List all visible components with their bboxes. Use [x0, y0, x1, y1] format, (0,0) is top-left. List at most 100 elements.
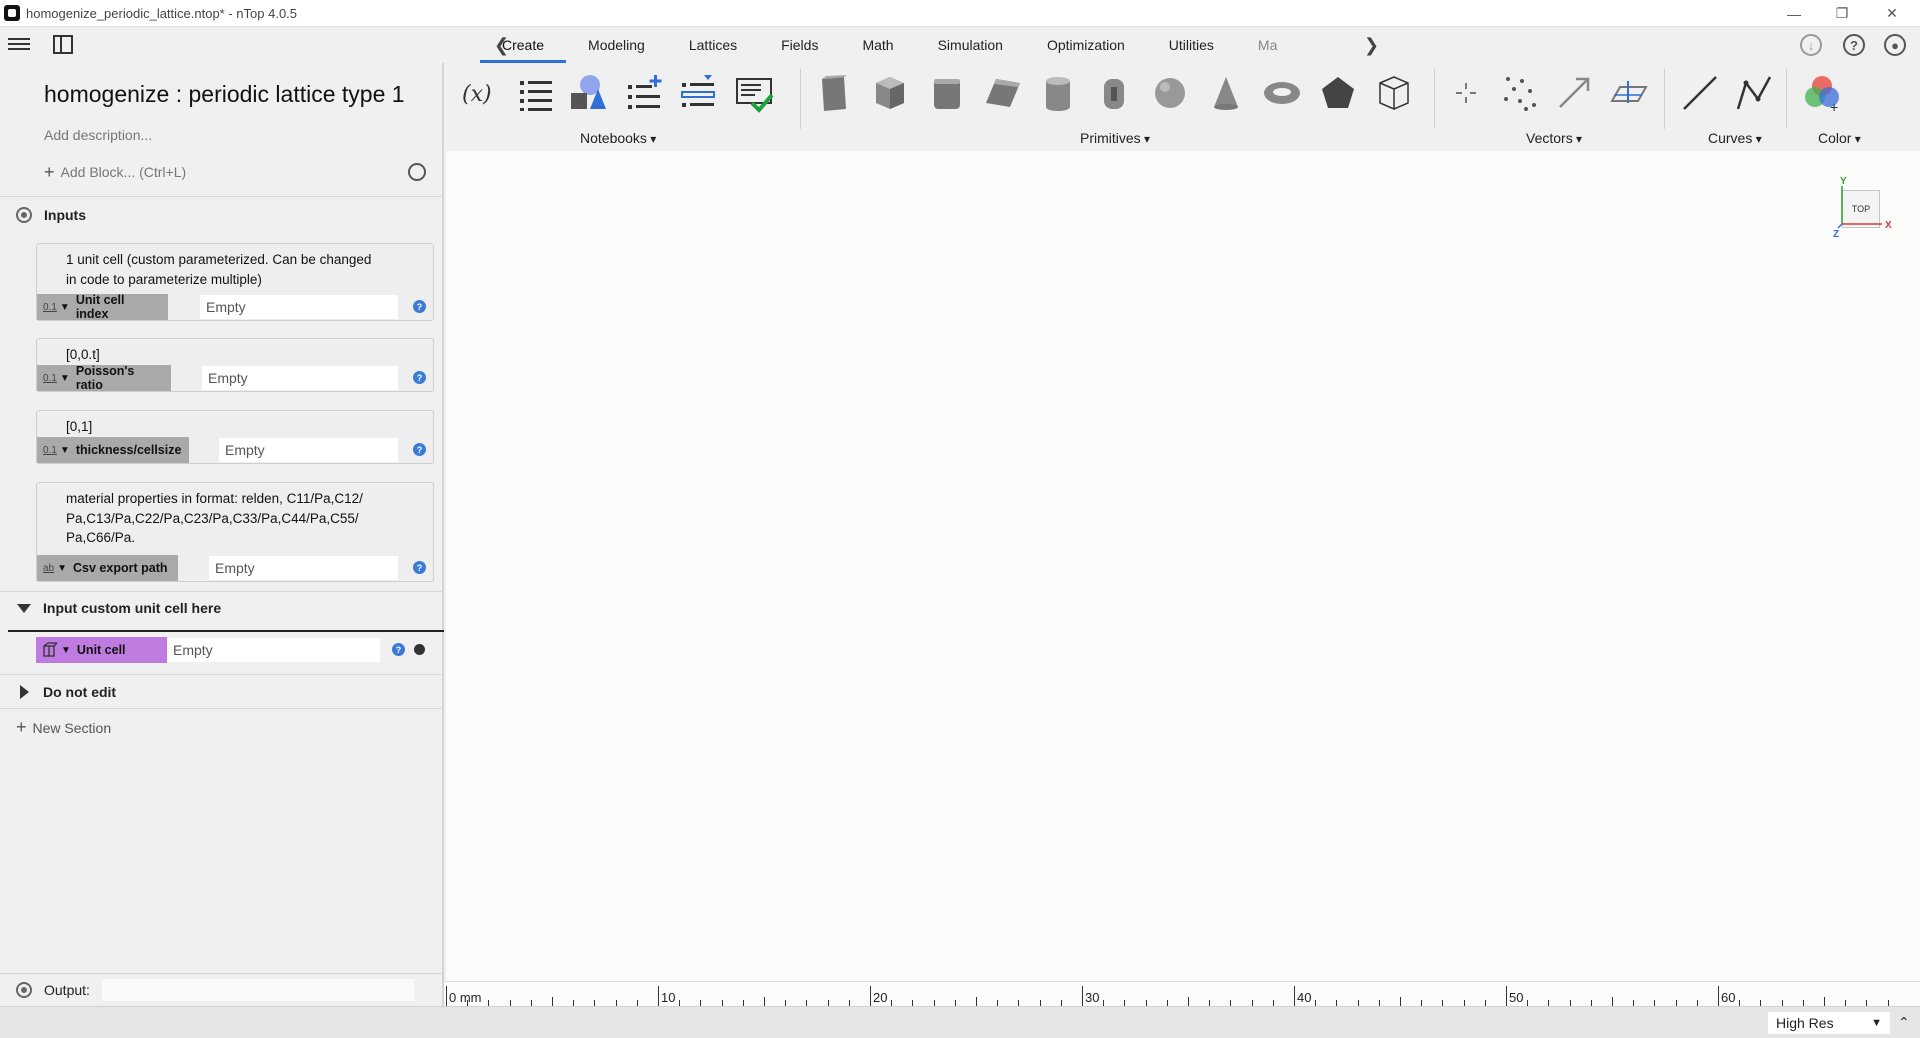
- point-list-icon[interactable]: [1500, 73, 1540, 113]
- help-icon[interactable]: ?: [413, 300, 426, 313]
- search-icon[interactable]: [408, 163, 426, 181]
- line-icon[interactable]: [1680, 73, 1720, 113]
- curves-group-label[interactable]: Curves: [1708, 130, 1762, 146]
- tab-optimization[interactable]: Optimization: [1025, 27, 1147, 63]
- color-group-label[interactable]: Color: [1818, 130, 1861, 146]
- polygon-icon[interactable]: [1318, 73, 1358, 113]
- tabs-scroll-right-icon[interactable]: ❯: [1364, 35, 1379, 56]
- separator: [800, 69, 801, 129]
- output-dot-icon[interactable]: [414, 644, 425, 655]
- help-icon[interactable]: ?: [413, 443, 426, 456]
- tab-ma[interactable]: Ma: [1236, 27, 1285, 63]
- input-card-unit-cell-index: 1 unit cell (custom parameterized. Can b…: [36, 243, 434, 321]
- insert-list-icon[interactable]: [678, 73, 718, 113]
- plane-icon[interactable]: [1608, 73, 1648, 113]
- status-bar: High Res ▼ ⌃: [0, 1006, 1920, 1038]
- poissons-ratio-field[interactable]: Empty: [202, 366, 398, 390]
- capsule-icon[interactable]: [1094, 73, 1134, 113]
- new-section-button[interactable]: + New Section: [16, 717, 111, 738]
- sphere-icon[interactable]: [1150, 73, 1190, 113]
- gear-icon[interactable]: [16, 981, 32, 998]
- section-inputs[interactable]: Inputs: [0, 199, 444, 231]
- rounded-box-icon[interactable]: [926, 73, 966, 113]
- section-custom-unit-cell[interactable]: Input custom unit cell here: [0, 592, 444, 624]
- objects-icon[interactable]: [568, 73, 608, 113]
- lattice-type-icon: [43, 642, 58, 657]
- 3d-viewport[interactable]: [446, 151, 1920, 981]
- minimize-button[interactable]: —: [1770, 0, 1818, 27]
- wedge-icon[interactable]: [982, 73, 1022, 113]
- notebook-panel: homogenize : periodic lattice type 1 Add…: [0, 63, 444, 1006]
- axis-triad-icon: [1837, 186, 1882, 229]
- download-icon[interactable]: ↓: [1800, 34, 1822, 56]
- help-icon[interactable]: ?: [413, 371, 426, 384]
- point-icon[interactable]: [1446, 73, 1486, 113]
- input-label-badge[interactable]: 0.1 ▼ Unit cell index: [37, 293, 168, 321]
- expand-icon[interactable]: [20, 685, 29, 699]
- account-icon[interactable]: ●: [1884, 34, 1906, 56]
- tab-simulation[interactable]: Simulation: [916, 27, 1025, 63]
- collapse-icon[interactable]: [17, 603, 31, 613]
- svg-text:+: +: [1830, 99, 1838, 113]
- unit-cell-badge[interactable]: ▼ Unit cell: [36, 637, 167, 663]
- top-bar: ❮ Create Modeling Lattices Fields Math Simula…: [0, 27, 1920, 63]
- unit-cell-field[interactable]: Empty: [167, 638, 380, 662]
- chevron-down-icon: ▼: [59, 301, 70, 313]
- divider: [0, 196, 444, 197]
- ribbon-toolbar: (x) Notebooks Primitives Vectors Curves …: [446, 63, 1920, 151]
- chevron-up-icon[interactable]: ⌃: [1898, 1014, 1910, 1031]
- input-label-badge[interactable]: 0.1 ▼ thickness/cellsize: [37, 437, 189, 463]
- ruler-label: 40: [1297, 990, 1312, 1005]
- list-icon[interactable]: [516, 73, 556, 113]
- help-icon[interactable]: ?: [1843, 34, 1865, 56]
- ruler-tick: [870, 986, 871, 1006]
- input-label-badge[interactable]: 0.1 ▼ Poisson's ratio: [37, 364, 171, 392]
- input-row: 0.1 ▼ thickness/cellsize Empty ?: [37, 437, 433, 463]
- add-block-field[interactable]: + Add Block... (Ctrl+L): [36, 157, 436, 187]
- add-list-icon[interactable]: [624, 73, 664, 113]
- vectors-group-label[interactable]: Vectors: [1526, 130, 1582, 146]
- tab-create[interactable]: Create: [480, 27, 567, 63]
- polyline-icon[interactable]: [1734, 73, 1774, 113]
- tab-utilities[interactable]: Utilities: [1147, 27, 1236, 63]
- color-icon[interactable]: +: [1802, 73, 1842, 113]
- ruler-tick: [1082, 986, 1083, 1006]
- notebooks-group-label[interactable]: Notebooks: [580, 130, 656, 146]
- cylinder-icon[interactable]: [1038, 73, 1078, 113]
- notebook-description[interactable]: Add description...: [44, 127, 152, 143]
- tab-modeling[interactable]: Modeling: [566, 27, 667, 63]
- variable-icon[interactable]: (x): [458, 73, 498, 113]
- cone-icon[interactable]: [1206, 73, 1246, 113]
- tab-math[interactable]: Math: [840, 27, 915, 63]
- wireframe-box-icon[interactable]: [1374, 73, 1414, 113]
- separator: [1786, 69, 1787, 129]
- thickness-cellsize-field[interactable]: Empty: [219, 438, 398, 462]
- notebook-title[interactable]: homogenize : periodic lattice type 1: [44, 81, 405, 108]
- vector-icon[interactable]: [1554, 73, 1594, 113]
- render-quality-dropdown[interactable]: High Res ▼: [1768, 1012, 1890, 1034]
- unit-cell-index-field[interactable]: Empty: [200, 295, 398, 319]
- primitives-group-label[interactable]: Primitives: [1080, 130, 1150, 146]
- hamburger-menu-icon[interactable]: [8, 35, 30, 55]
- ruler-tick: [658, 986, 659, 1006]
- help-icon[interactable]: ?: [392, 643, 405, 656]
- toggle-panel-icon[interactable]: [53, 35, 73, 54]
- help-icon[interactable]: ?: [413, 561, 426, 574]
- restore-button[interactable]: ❐: [1818, 0, 1866, 27]
- output-field[interactable]: [102, 979, 414, 1001]
- tab-fields[interactable]: Fields: [759, 27, 840, 63]
- gear-icon: [16, 207, 32, 223]
- torus-icon[interactable]: [1262, 73, 1302, 113]
- ruler-label: 50: [1509, 990, 1524, 1005]
- cube-icon[interactable]: [870, 73, 910, 113]
- divider: [0, 708, 444, 709]
- tab-lattices[interactable]: Lattices: [667, 27, 759, 63]
- scalar-type-icon: 0.1: [43, 372, 57, 384]
- input-card-thickness: [0,1] 0.1 ▼ thickness/cellsize Empty ?: [36, 410, 434, 464]
- section-do-not-edit[interactable]: Do not edit: [0, 676, 444, 708]
- csv-export-path-field[interactable]: Empty: [209, 556, 398, 580]
- input-label-badge[interactable]: ab ▼ Csv export path: [37, 555, 178, 581]
- checklist-icon[interactable]: [734, 73, 774, 113]
- box-icon[interactable]: [814, 73, 854, 113]
- close-button[interactable]: ✕: [1868, 0, 1916, 27]
